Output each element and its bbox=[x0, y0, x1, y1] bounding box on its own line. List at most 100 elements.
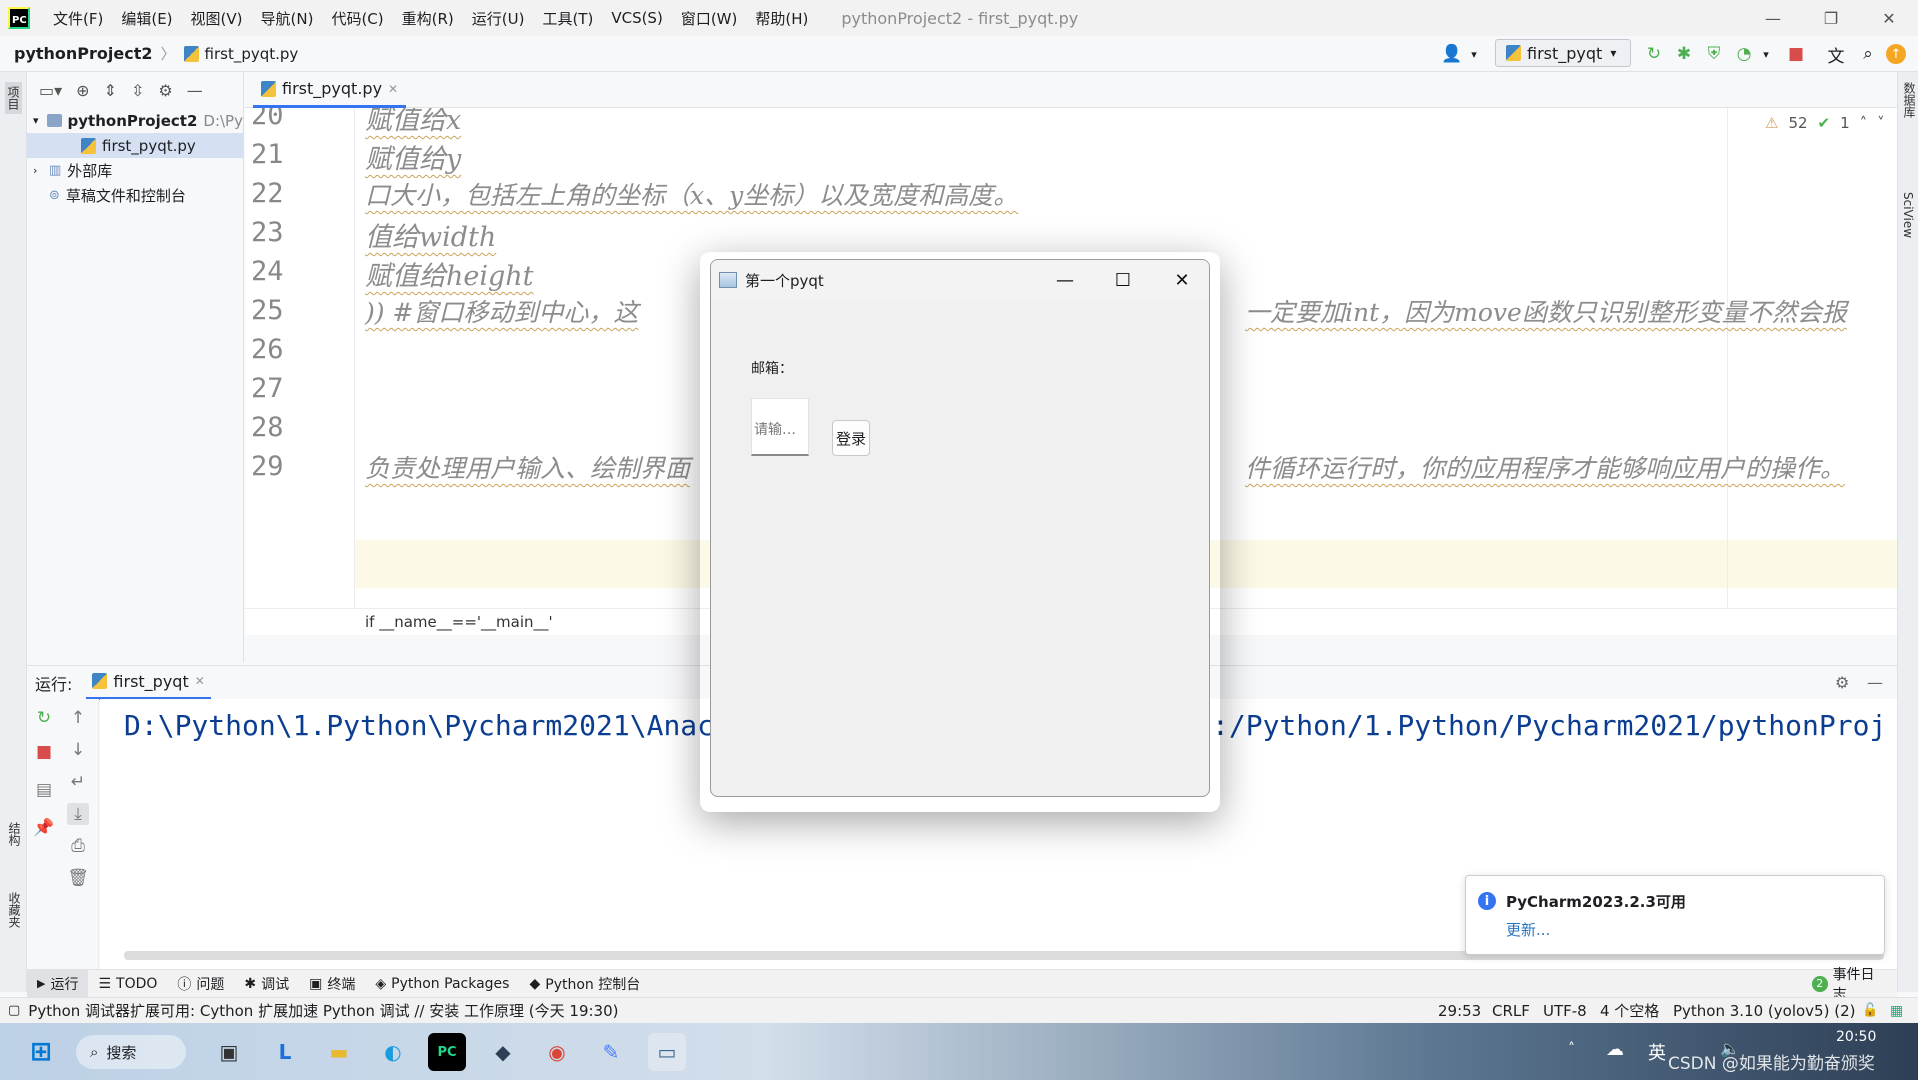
menu-help[interactable]: 帮助(H) bbox=[755, 8, 808, 29]
run-config-select[interactable]: first_pyqt ▾ bbox=[1495, 39, 1631, 67]
file-encoding[interactable]: UTF-8 bbox=[1543, 1002, 1587, 1020]
menu-navigate[interactable]: 导航(N) bbox=[261, 8, 314, 29]
tool-tab-run[interactable]: ▶ 运行 bbox=[27, 969, 89, 998]
pyqt-titlebar[interactable]: 第一个pyqt — ☐ ✕ bbox=[711, 260, 1209, 300]
editor-tab[interactable]: first_pyqt.py ✕ bbox=[253, 72, 407, 108]
tool-tab-event-log[interactable]: 2 事件日志 bbox=[1802, 967, 1897, 1003]
tool-tab-problems[interactable]: ⓘ 问题 bbox=[167, 970, 234, 998]
tree-item-file[interactable]: first_pyqt.py bbox=[27, 133, 243, 158]
structure-tool-button[interactable]: 结构 bbox=[6, 822, 23, 846]
tree-item-external-libs[interactable]: › ▥ 外部库 bbox=[27, 158, 243, 183]
debug-icon[interactable]: ✱ bbox=[1672, 42, 1696, 66]
menu-code[interactable]: 代码(C) bbox=[331, 8, 383, 29]
gear-icon[interactable]: ⚙ bbox=[158, 81, 172, 100]
minimize-icon[interactable]: — bbox=[1744, 0, 1802, 36]
chrome-browser-icon[interactable]: ◉ bbox=[538, 1033, 576, 1071]
menu-window[interactable]: 窗口(W) bbox=[681, 8, 738, 29]
coverage-icon[interactable]: ⛨ bbox=[1702, 42, 1726, 66]
menu-file[interactable]: 文件(F) bbox=[53, 8, 103, 29]
run-tab[interactable]: first_pyqt ✕ bbox=[86, 666, 211, 700]
hide-icon[interactable]: — bbox=[1867, 673, 1883, 692]
project-view-select-icon[interactable]: ▭▾ bbox=[39, 81, 62, 100]
print-icon[interactable]: ⎙ bbox=[67, 835, 89, 857]
locate-icon[interactable]: ⊕ bbox=[76, 81, 89, 100]
pin-icon[interactable]: 📌 bbox=[33, 817, 55, 839]
tree-item-scratches[interactable]: ⊚ 草稿文件和控制台 bbox=[27, 183, 243, 208]
tool-tab-python-console[interactable]: ◆ Python 控制台 bbox=[519, 970, 650, 998]
start-icon[interactable]: ⊞ bbox=[22, 1033, 60, 1071]
gear-icon[interactable]: ⚙ bbox=[1835, 673, 1849, 692]
hide-icon[interactable]: — bbox=[187, 81, 203, 100]
inspection-widget[interactable]: ⚠ 52 ✔ 1 ˄ ˅ bbox=[1765, 114, 1885, 132]
line-separator[interactable]: CRLF bbox=[1492, 1002, 1530, 1020]
pycharm-taskbar-icon[interactable]: PC bbox=[428, 1033, 466, 1071]
onedrive-icon[interactable]: ☁ bbox=[1606, 1039, 1624, 1060]
expand-panel-icon[interactable]: ▢ bbox=[8, 1003, 20, 1018]
soft-wrap-icon[interactable]: ↵ bbox=[67, 771, 89, 793]
search-icon[interactable]: ⌕ bbox=[1856, 42, 1880, 66]
pyqt-taskbar-icon[interactable]: ▭ bbox=[648, 1033, 686, 1071]
update-link[interactable]: 更新... bbox=[1506, 919, 1550, 940]
ime-indicator[interactable]: 英 bbox=[1648, 1039, 1666, 1065]
lenovo-app-icon[interactable]: L bbox=[266, 1033, 304, 1071]
menu-vcs[interactable]: VCS(S) bbox=[611, 9, 662, 27]
tree-item-project[interactable]: ▾ pythonProject2 D:\Py bbox=[27, 108, 243, 133]
windows-grid-icon[interactable]: ▦ bbox=[1890, 1003, 1903, 1019]
chevron-down-icon[interactable]: ▾ bbox=[1462, 42, 1486, 66]
close-tab-icon[interactable]: ✕ bbox=[388, 82, 398, 96]
edge-browser-icon[interactable]: ◐ bbox=[374, 1033, 412, 1071]
collapse-all-icon[interactable]: ⇳ bbox=[131, 81, 144, 100]
clock-time[interactable]: 20:50 bbox=[1836, 1029, 1876, 1045]
indent-setting[interactable]: 4 个空格 bbox=[1600, 1000, 1659, 1021]
rerun-icon[interactable]: ↻ bbox=[33, 707, 55, 729]
menu-tools[interactable]: 工具(T) bbox=[542, 8, 593, 29]
tool-tab-todo[interactable]: ☰ TODO bbox=[88, 970, 167, 998]
menu-run[interactable]: 运行(U) bbox=[472, 8, 525, 29]
favorites-tool-button[interactable]: 收藏夹 bbox=[6, 892, 23, 928]
taskbar-search[interactable]: ⌕ 搜索 bbox=[76, 1035, 186, 1069]
status-message[interactable]: Python 调试器扩展可用: Cython 扩展加速 Python 调试 //… bbox=[28, 1000, 618, 1021]
lock-icon[interactable]: 🔓 bbox=[1862, 1003, 1878, 1018]
restore-icon[interactable]: ❐ bbox=[1802, 0, 1860, 36]
scroll-to-end-icon[interactable]: ⤓ bbox=[67, 803, 89, 825]
tool-tab-debug[interactable]: ✱ 调试 bbox=[234, 970, 299, 998]
chevron-down-icon[interactable]: ▾ bbox=[33, 114, 47, 127]
close-icon[interactable]: ✕ bbox=[1860, 0, 1918, 36]
menu-edit[interactable]: 编辑(E) bbox=[121, 8, 172, 29]
layout-icon[interactable]: ▤ bbox=[33, 779, 55, 801]
breadcrumb-file[interactable]: first_pyqt.py bbox=[205, 45, 299, 63]
file-explorer-icon[interactable]: ▬ bbox=[320, 1033, 358, 1071]
menu-view[interactable]: 视图(V) bbox=[191, 8, 243, 29]
update-icon[interactable]: ↑ bbox=[1886, 44, 1906, 64]
breadcrumb-project[interactable]: pythonProject2 bbox=[14, 44, 153, 63]
rerun-icon[interactable]: ↻ bbox=[1642, 42, 1666, 66]
stop-icon[interactable]: ■ bbox=[1784, 42, 1808, 66]
minimize-icon[interactable]: — bbox=[1036, 260, 1094, 300]
trash-icon[interactable]: 🗑 bbox=[67, 867, 89, 889]
python-interpreter[interactable]: Python 3.10 (yolov5) (2) bbox=[1673, 1002, 1855, 1020]
chevron-down-icon[interactable]: ˅ bbox=[1877, 114, 1885, 132]
task-view-icon[interactable]: ▣ bbox=[210, 1033, 248, 1071]
cat-app-icon[interactable]: ◆ bbox=[484, 1033, 522, 1071]
chevron-right-icon[interactable]: › bbox=[33, 164, 49, 177]
chevron-up-icon[interactable]: ˄ bbox=[1860, 114, 1868, 132]
translate-icon[interactable]: 文 bbox=[1824, 42, 1848, 67]
notes-app-icon[interactable]: ✎ bbox=[592, 1033, 630, 1071]
user-icon[interactable]: 👤 bbox=[1440, 42, 1464, 66]
pycharm-logo-icon[interactable]: PC bbox=[8, 7, 30, 29]
caret-position[interactable]: 29:53 bbox=[1438, 1002, 1481, 1020]
profile-icon[interactable]: ◔ bbox=[1732, 42, 1756, 66]
close-tab-icon[interactable]: ✕ bbox=[195, 674, 205, 688]
stop-icon[interactable]: ■ bbox=[33, 741, 55, 763]
email-input[interactable]: 请输… bbox=[751, 398, 809, 456]
chevron-down-icon[interactable]: ▾ bbox=[1754, 42, 1778, 66]
expand-all-icon[interactable]: ⇕ bbox=[104, 81, 117, 100]
login-button[interactable]: 登录 bbox=[832, 420, 870, 456]
tool-tab-packages[interactable]: ◈ Python Packages bbox=[365, 970, 519, 998]
database-tool-button[interactable]: 数据库 bbox=[1901, 82, 1918, 118]
arrow-up-icon[interactable]: ↑ bbox=[67, 707, 89, 729]
arrow-down-icon[interactable]: ↓ bbox=[67, 739, 89, 761]
close-icon[interactable]: ✕ bbox=[1153, 260, 1209, 300]
menu-refactor[interactable]: 重构(R) bbox=[402, 8, 454, 29]
tool-tab-terminal[interactable]: ▣ 终端 bbox=[299, 970, 365, 998]
